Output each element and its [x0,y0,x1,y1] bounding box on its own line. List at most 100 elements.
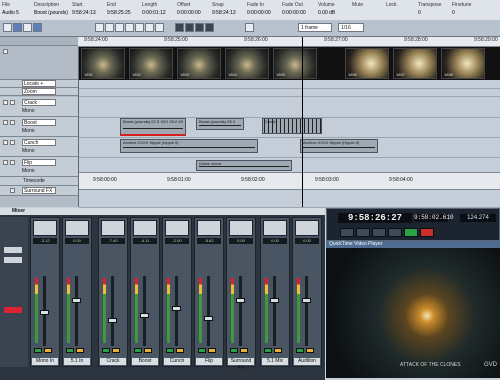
track-header-flip[interactable]: Flip Mono [0,157,78,177]
volume-readout[interactable]: 0.00 [229,238,253,244]
snap-toggle-button[interactable] [245,23,254,32]
cycle-icon[interactable] [372,228,386,237]
mute-button[interactable] [230,348,238,353]
show-info-button[interactable] [13,23,22,32]
channel-name[interactable]: Flip [196,358,222,365]
quantize-select[interactable]: 1/16 [338,23,364,32]
stop-icon[interactable] [388,228,402,237]
mute-button[interactable] [3,120,8,125]
routing-panel[interactable] [101,220,125,236]
track-header-boost[interactable]: Boost Mono [0,117,78,137]
info-snap[interactable]: Snap 9:58:24:13 [212,1,244,19]
info-volume-value[interactable]: 0.00 dB [318,9,346,17]
solo-button[interactable] [208,348,216,353]
fader-handle[interactable] [40,310,49,315]
info-finetune[interactable]: Finetune 0 [452,1,482,19]
channel-strip[interactable]: 0.00 5.1 In [62,217,92,367]
channel-name[interactable]: 5.1 In [64,358,90,365]
info-file-value[interactable]: Audio 5 [2,9,30,17]
track-name[interactable]: Flip [22,159,56,166]
solo-button[interactable] [274,348,282,353]
routing-panel[interactable] [133,220,157,236]
channel-name[interactable]: 5.1 Mix [262,358,288,365]
channel-strip[interactable]: -3.12 Mono In [30,217,60,367]
channel-name[interactable]: Mono In [32,358,58,365]
mute-button[interactable] [198,348,206,353]
info-offset-value[interactable]: 0:00:00:00 [177,9,209,17]
split-tool-icon[interactable] [115,23,124,32]
zoom-lane[interactable] [79,88,500,97]
global-mute-button[interactable] [4,247,22,253]
play-icon[interactable] [404,228,418,237]
solo-button[interactable] [10,140,15,145]
global-solo-button[interactable] [4,257,22,263]
track-name[interactable]: Locate + Cycle [22,80,56,94]
info-start-value[interactable]: 9:58:24:13 [72,9,104,17]
secondary-time-display[interactable]: 9:58:02.610 [414,214,454,222]
info-fadeout-value[interactable]: 0:00:00:00 [282,9,314,17]
mute-button[interactable] [102,348,110,353]
range-tool-icon[interactable] [105,23,114,32]
volume-fader-track[interactable] [75,276,78,346]
timecode-lane[interactable]: 9:58:00:00 9:58:01:00 9:58:02:00 9:58:03… [79,172,500,190]
info-transpose-value[interactable]: 0 [418,9,448,17]
fader-handle[interactable] [204,316,213,321]
solo-button[interactable] [10,100,15,105]
record-enable-button[interactable] [4,307,22,313]
info-lock[interactable]: Lock [386,1,408,19]
solo-button[interactable] [44,348,52,353]
info-fadein[interactable]: Fade In 0:00:00:00 [247,1,279,19]
volume-readout[interactable]: 0.00 [295,238,319,244]
object-select-tool-icon[interactable] [95,23,104,32]
channel-strip[interactable]: -7.40 Crack [98,217,128,367]
track-name[interactable]: Boost [22,119,56,126]
rewind-button[interactable] [175,23,184,32]
volume-fader-track[interactable] [207,276,210,346]
track-header-zoom[interactable]: Zoom [0,88,78,96]
routing-panel[interactable] [165,220,189,236]
stop-button[interactable] [195,23,204,32]
track-name[interactable]: Cunch [22,139,56,146]
info-transpose[interactable]: Transpose 0 [418,1,448,19]
routing-panel[interactable] [197,220,221,236]
video-window-title[interactable]: QuickTime Video Player [326,241,500,248]
solo-button[interactable] [112,348,120,353]
show-inspector-button[interactable] [23,23,32,32]
channel-name[interactable]: Cunch [164,358,190,365]
fader-handle[interactable] [236,298,245,303]
audio-event-flip[interactable]: Guitar chord [196,160,292,171]
solo-button[interactable] [10,120,15,125]
info-finetune-value[interactable]: 0 [452,9,482,17]
track-header-timecode[interactable]: Timecode [0,177,78,186]
audio-event-boost-selected[interactable]: Boost (pounds) 02 S 00/1 00:2 00 [120,118,186,136]
fader-handle[interactable] [140,313,149,318]
routing-panel[interactable] [33,220,57,236]
info-description[interactable]: Description Boost (pounds) [34,1,70,19]
channel-name[interactable]: Audition [294,358,320,365]
info-description-value[interactable]: Boost (pounds) [34,9,70,17]
track-name[interactable]: Crack [22,99,56,106]
volume-readout[interactable]: -3.12 [33,238,57,244]
erase-tool-icon[interactable] [135,23,144,32]
solo-button[interactable] [10,188,15,193]
track-name[interactable]: Timecode [22,178,56,185]
routing-panel[interactable] [229,220,253,236]
info-mute[interactable]: Mute [352,1,374,19]
volume-fader-track[interactable] [305,276,308,346]
mute-button[interactable] [134,348,142,353]
track-header-crack[interactable]: Crack Mono [0,97,78,117]
mute-button[interactable] [3,100,8,105]
rewind-icon[interactable] [340,228,354,237]
mute-button[interactable] [3,140,8,145]
volume-readout[interactable]: 0.00 [263,238,287,244]
channel-name[interactable]: Crack [100,358,126,365]
audio-event-boost[interactable]: Boost (pounds) 05 3 [196,118,244,130]
channel-strip[interactable]: 0.00 Audition [292,217,322,367]
solo-edit-button[interactable] [3,23,12,32]
mute-button[interactable] [66,348,74,353]
forward-button[interactable] [185,23,194,32]
time-ruler[interactable]: 9:58:24:00 9:58:25:00 9:58:26:00 9:58:27… [78,37,500,47]
mute-button[interactable] [3,160,8,165]
fader-handle[interactable] [108,318,117,323]
track-header-locate[interactable]: Locate + Cycle [0,80,78,94]
